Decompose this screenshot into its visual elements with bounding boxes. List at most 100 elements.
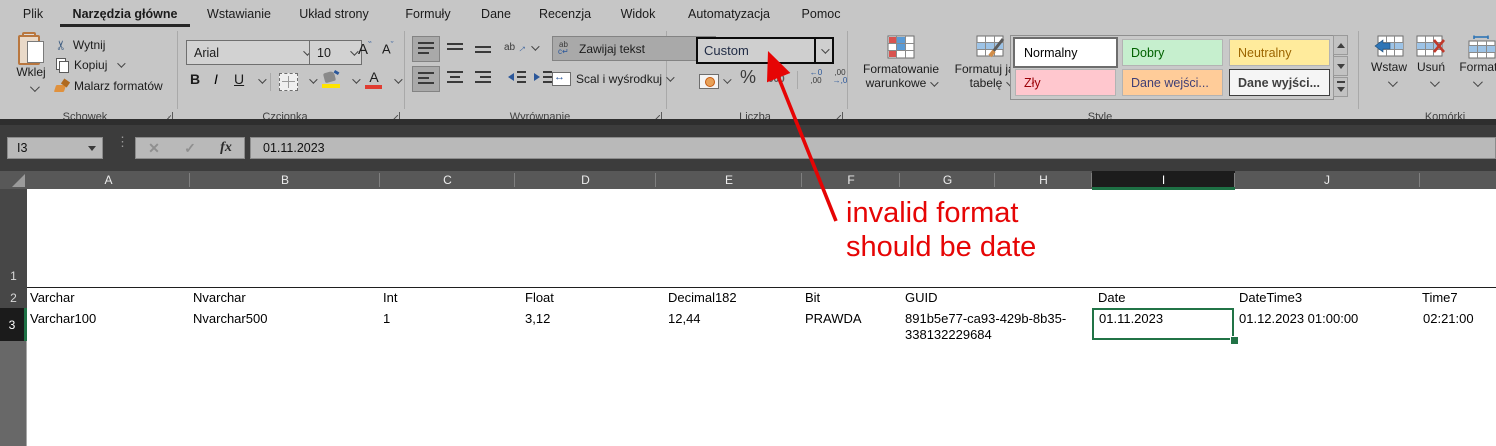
select-all-corner[interactable] (0, 171, 27, 189)
column-divider[interactable] (1419, 173, 1420, 187)
cell-j2[interactable]: DateTime3 (1239, 290, 1302, 305)
column-divider[interactable] (899, 173, 900, 187)
copy-button[interactable]: Kopiuj (56, 57, 123, 73)
underline-button[interactable]: U (234, 71, 248, 87)
tab-narzedzia-glowne[interactable]: Narzędzia główne (58, 0, 192, 27)
style-chip-neutralny[interactable]: Neutralny (1229, 39, 1330, 66)
number-format-combobox[interactable]: Custom (696, 37, 834, 64)
percent-style-button[interactable]: % (740, 67, 756, 88)
decrease-indent-button[interactable] (506, 66, 528, 90)
cell-e3[interactable]: 12,44 (668, 311, 701, 326)
tab-widok[interactable]: Widok (610, 0, 666, 27)
fill-color-button[interactable] (322, 71, 342, 91)
increase-decimal-button[interactable]: ←0 ,00 (805, 69, 827, 91)
formula-input[interactable]: 01.11.2023 (250, 137, 1496, 159)
cell-g2[interactable]: GUID (905, 290, 938, 305)
row-header-2[interactable]: 2 (0, 287, 27, 308)
name-box[interactable]: I3 (7, 137, 103, 159)
tab-uklad-strony[interactable]: Układ strony (284, 0, 384, 27)
column-header-f[interactable]: F (802, 171, 900, 189)
wrap-text-button[interactable]: ab c↵ Zawijaj tekst (552, 36, 716, 61)
number-format-dropdown-button[interactable] (814, 39, 832, 62)
grow-font-button[interactable]: Aˇ̇ (358, 40, 371, 58)
style-chip-normalny[interactable]: Normalny (1015, 39, 1116, 66)
increase-indent-button[interactable] (532, 66, 554, 90)
align-center-button[interactable] (442, 66, 468, 90)
cell-j3[interactable]: 01.12.2023 01:00:00 (1239, 311, 1358, 326)
column-divider[interactable] (801, 173, 802, 187)
column-header-b[interactable]: B (190, 171, 380, 189)
cell-d2[interactable]: Float (525, 290, 554, 305)
align-top-button[interactable] (412, 36, 440, 62)
column-header-a[interactable]: A (27, 171, 190, 189)
decrease-decimal-button[interactable]: ,00 →,0 (829, 69, 851, 91)
style-chip-zly[interactable]: Zły (1015, 69, 1116, 96)
styles-scroll-up-button[interactable] (1333, 35, 1348, 55)
column-divider[interactable] (655, 173, 656, 187)
cell-d3[interactable]: 3,12 (525, 311, 550, 326)
column-header-h[interactable]: H (995, 171, 1092, 189)
style-chip-dane-wyjsciowe[interactable]: Dane wyjści... (1229, 69, 1330, 96)
tab-formuly[interactable]: Formuły (394, 0, 462, 27)
name-box-dropdown-icon[interactable] (88, 146, 96, 151)
borders-button[interactable] (279, 73, 298, 91)
column-divider[interactable] (379, 173, 380, 187)
style-chip-dobry[interactable]: Dobry (1122, 39, 1223, 66)
font-color-button[interactable]: A (364, 69, 384, 91)
shrink-font-button[interactable]: Aˇ (382, 40, 394, 56)
cell-e2[interactable]: Decimal182 (668, 290, 737, 305)
fill-color-chevron-icon[interactable] (352, 75, 360, 83)
cell-f2[interactable]: Bit (805, 290, 820, 305)
align-left-button[interactable] (412, 66, 440, 92)
column-divider[interactable] (189, 173, 190, 187)
cut-button[interactable]: ✂ Wytnij (56, 37, 105, 53)
cell-k3[interactable]: 02:21:00 (1423, 311, 1474, 326)
cell-b3[interactable]: Nvarchar500 (193, 311, 267, 326)
insert-function-icon[interactable]: fx (220, 140, 232, 156)
comma-style-button[interactable]: 000 (768, 74, 785, 85)
font-name-combobox[interactable]: Arial (186, 40, 315, 65)
column-header-e[interactable]: E (656, 171, 802, 189)
cell-g3-guid[interactable]: 891b5e77-ca93-429b-8b35- 338132229684 (905, 311, 1066, 343)
insert-cells-button[interactable]: Wstaw (1367, 35, 1411, 92)
bold-button[interactable]: B (190, 71, 205, 87)
borders-chevron-icon[interactable] (309, 75, 317, 83)
cell-a3[interactable]: Varchar100 (30, 311, 96, 326)
tab-plik[interactable]: Plik (14, 0, 52, 27)
column-divider[interactable] (994, 173, 995, 187)
column-divider[interactable] (1234, 173, 1235, 187)
column-divider[interactable] (514, 173, 515, 187)
styles-more-button[interactable] (1333, 77, 1348, 97)
row-header-1[interactable]: 1 (0, 189, 27, 287)
cell-b2[interactable]: Nvarchar (193, 290, 246, 305)
format-painter-button[interactable]: Malarz formatów (54, 77, 163, 95)
underline-chevron-icon[interactable] (258, 75, 266, 83)
italic-button[interactable]: I (214, 71, 226, 87)
paste-button[interactable]: Wklej (8, 33, 54, 107)
tab-dane[interactable]: Dane (470, 0, 522, 27)
enter-icon[interactable]: ✓ (184, 140, 196, 157)
tab-recenzja[interactable]: Recenzja (528, 0, 602, 27)
column-header-j[interactable]: J (1235, 171, 1419, 189)
cell-c2[interactable]: Int (383, 290, 397, 305)
cell-a2[interactable]: Varchar (30, 290, 75, 305)
row-header-3-selected[interactable]: 3 (0, 308, 27, 341)
delete-cells-button[interactable]: Usuń (1411, 35, 1451, 92)
cancel-icon[interactable]: ✕ (148, 140, 160, 157)
formula-bar-splitter[interactable]: ⋮ (116, 139, 120, 157)
fill-handle[interactable] (1230, 336, 1239, 345)
tab-automatyzacja[interactable]: Automatyzacja (676, 0, 782, 27)
cell-c3[interactable]: 1 (383, 311, 390, 326)
accounting-format-button[interactable] (699, 71, 729, 91)
column-header-c[interactable]: C (380, 171, 515, 189)
format-cells-button[interactable]: Formatuj (1453, 35, 1496, 92)
style-chip-dane-wejsciowe[interactable]: Dane wejści... (1122, 69, 1223, 96)
align-bottom-button[interactable] (470, 36, 496, 60)
column-divider[interactable] (1091, 173, 1092, 187)
column-header-g[interactable]: G (900, 171, 995, 189)
conditional-formatting-button[interactable]: Formatowanie warunkowe (855, 35, 947, 90)
tab-pomoc[interactable]: Pomoc (790, 0, 852, 27)
font-color-chevron-icon[interactable] (394, 75, 402, 83)
column-header-i-selected[interactable]: I (1092, 171, 1235, 189)
tab-wstawianie[interactable]: Wstawianie (196, 0, 282, 27)
